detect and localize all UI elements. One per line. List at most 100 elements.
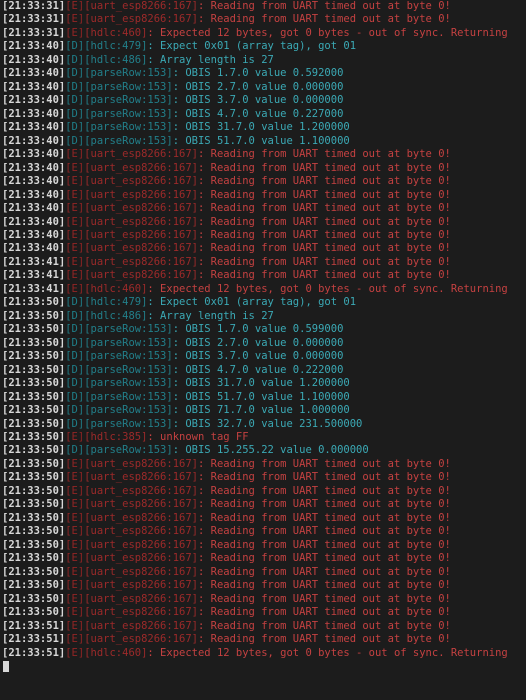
log-message: : Reading from UART timed out at byte 0! (197, 269, 451, 282)
log-timestamp: [21:33:40] (2, 94, 66, 107)
log-level-tag: [E] (65, 269, 85, 282)
log-source: [parseRow:153] (84, 107, 173, 120)
log-timestamp: [21:33:50] (2, 417, 66, 430)
log-source: [parseRow:153] (84, 444, 173, 457)
log-source: [uart_esp8266:167] (84, 579, 198, 592)
log-message: : Reading from UART timed out at byte 0! (197, 633, 451, 646)
log-line: [21:33:50][D][parseRow:153]: OBIS 31.7.0… (0, 377, 526, 390)
log-message: : Reading from UART timed out at byte 0! (197, 606, 451, 619)
log-timestamp: [21:33:50] (2, 296, 66, 309)
log-message: : OBIS 51.7.0 value 1.100000 (172, 390, 350, 403)
log-line: [21:33:41][E][uart_esp8266:167]: Reading… (0, 256, 526, 269)
log-level-tag: [E] (65, 13, 85, 26)
log-message: : Reading from UART timed out at byte 0! (197, 202, 451, 215)
log-timestamp: [21:33:31] (2, 0, 66, 12)
log-message: : OBIS 31.7.0 value 1.200000 (172, 377, 350, 390)
log-line: [21:33:31][E][hdlc:460]: Expected 12 byt… (0, 27, 526, 40)
log-timestamp: [21:33:40] (2, 107, 66, 120)
log-message: : OBIS 32.7.0 value 231.500000 (172, 417, 363, 430)
log-line: [21:33:50][D][hdlc:479]: Expect 0x01 (ar… (0, 296, 526, 309)
log-line: [21:33:50][E][uart_esp8266:167]: Reading… (0, 512, 526, 525)
log-timestamp: [21:33:50] (2, 309, 66, 322)
log-message: : Reading from UART timed out at byte 0! (197, 538, 451, 551)
log-source: [uart_esp8266:167] (84, 592, 198, 605)
log-level-tag: [D] (65, 417, 85, 430)
log-line: [21:33:50][D][parseRow:153]: OBIS 1.7.0 … (0, 323, 526, 336)
log-message: : OBIS 3.7.0 value 0.000000 (172, 350, 344, 363)
log-line: [21:33:50][D][hdlc:486]: Array length is… (0, 310, 526, 323)
log-message: : Expected 12 bytes, got 0 bytes - out o… (147, 646, 508, 659)
log-timestamp: [21:33:50] (2, 525, 66, 538)
log-level-tag: [E] (65, 148, 85, 161)
log-message: : Reading from UART timed out at byte 0! (197, 552, 451, 565)
log-level-tag: [E] (65, 242, 85, 255)
log-timestamp: [21:33:50] (2, 377, 66, 390)
log-level-tag: [D] (65, 377, 85, 390)
log-line: [21:33:50][E][uart_esp8266:167]: Reading… (0, 552, 526, 565)
log-source: [uart_esp8266:167] (84, 525, 198, 538)
log-timestamp: [21:33:40] (2, 148, 66, 161)
log-level-tag: [E] (65, 215, 85, 228)
log-timestamp: [21:33:50] (2, 484, 66, 497)
log-source: [hdlc:385] (84, 431, 148, 443)
log-timestamp: [21:33:40] (2, 175, 66, 188)
log-source: [hdlc:460] (84, 646, 148, 659)
log-message: : OBIS 1.7.0 value 0.592000 (172, 67, 344, 80)
log-line: [21:33:51][E][hdlc:460]: Expected 12 byt… (0, 647, 526, 660)
log-timestamp: [21:33:50] (2, 336, 66, 349)
log-source: [uart_esp8266:167] (84, 498, 198, 511)
log-timestamp: [21:33:41] (2, 269, 66, 282)
log-message: : Reading from UART timed out at byte 0! (197, 188, 451, 201)
log-timestamp: [21:33:40] (2, 134, 66, 147)
log-timestamp: [21:33:50] (2, 565, 66, 578)
log-message: : Reading from UART timed out at byte 0! (197, 525, 451, 538)
log-source: [uart_esp8266:167] (84, 228, 198, 241)
log-message: : Reading from UART timed out at byte 0! (197, 511, 451, 524)
log-message: : OBIS 1.7.0 value 0.599000 (172, 323, 344, 336)
log-source: [uart_esp8266:167] (84, 215, 198, 228)
log-level-tag: [D] (65, 107, 85, 120)
log-timestamp: [21:33:40] (2, 161, 66, 174)
log-message: : Reading from UART timed out at byte 0! (197, 175, 451, 188)
log-message: : Reading from UART timed out at byte 0! (197, 215, 451, 228)
log-timestamp: [21:33:51] (2, 646, 66, 659)
log-level-tag: [E] (65, 633, 85, 646)
log-source: [uart_esp8266:167] (84, 619, 198, 632)
log-level-tag: [E] (65, 552, 85, 565)
log-level-tag: [D] (65, 390, 85, 403)
log-line: [21:33:50][D][parseRow:153]: OBIS 71.7.0… (0, 404, 526, 417)
log-line: [21:33:50][D][parseRow:153]: OBIS 51.7.0… (0, 391, 526, 404)
log-source: [uart_esp8266:167] (84, 552, 198, 565)
log-message: : Expected 12 bytes, got 0 bytes - out o… (147, 282, 508, 295)
log-timestamp: [21:33:50] (2, 579, 66, 592)
log-timestamp: [21:33:50] (2, 498, 66, 511)
terminal-output[interactable]: [21:33:31][E][uart_esp8266:167]: Reading… (0, 0, 526, 700)
log-source: [hdlc:479] (84, 296, 148, 309)
log-line: [21:33:40][D][hdlc:486]: Array length is… (0, 54, 526, 67)
log-source: [uart_esp8266:167] (84, 148, 198, 161)
log-source: [uart_esp8266:167] (84, 565, 198, 578)
log-timestamp: [21:33:40] (2, 67, 66, 80)
log-timestamp: [21:33:50] (2, 444, 66, 457)
log-timestamp: [21:33:50] (2, 350, 66, 363)
log-message: : OBIS 4.7.0 value 0.227000 (172, 107, 344, 120)
log-level-tag: [E] (65, 282, 85, 295)
log-source: [uart_esp8266:167] (84, 633, 198, 646)
log-source: [parseRow:153] (84, 67, 173, 80)
log-timestamp: [21:33:50] (2, 363, 66, 376)
log-level-tag: [E] (65, 565, 85, 578)
log-message: : OBIS 51.7.0 value 1.100000 (172, 134, 350, 147)
log-message: : Expected 12 bytes, got 0 bytes - out o… (147, 26, 508, 39)
log-message: : Reading from UART timed out at byte 0! (197, 457, 451, 470)
log-line: [21:33:40][E][uart_esp8266:167]: Reading… (0, 216, 526, 229)
log-timestamp: [21:33:41] (2, 255, 66, 268)
log-timestamp: [21:33:31] (2, 13, 66, 26)
log-timestamp: [21:33:50] (2, 538, 66, 551)
log-timestamp: [21:33:40] (2, 242, 66, 255)
log-line: [21:33:40][E][uart_esp8266:167]: Reading… (0, 189, 526, 202)
log-level-tag: [D] (65, 80, 85, 93)
log-timestamp: [21:33:40] (2, 40, 66, 53)
log-line: [21:33:40][D][hdlc:479]: Expect 0x01 (ar… (0, 40, 526, 53)
log-line: [21:33:40][D][parseRow:153]: OBIS 2.7.0 … (0, 81, 526, 94)
log-level-tag: [D] (65, 94, 85, 107)
